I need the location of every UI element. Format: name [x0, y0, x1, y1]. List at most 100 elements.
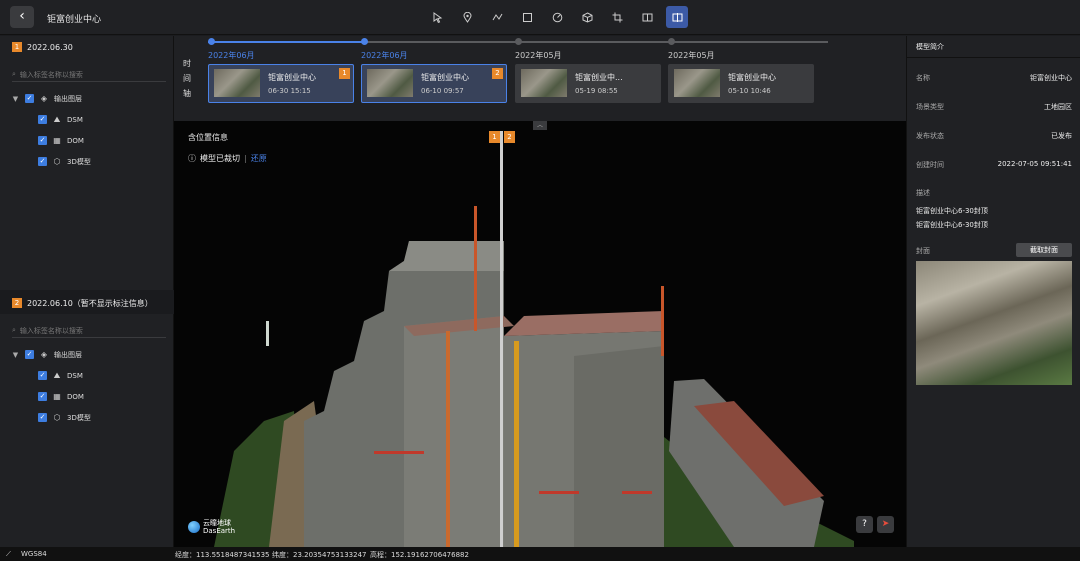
timeline-item[interactable]: 2022年05月 钜富创业中心 05-10 10:46	[668, 50, 814, 103]
timeline-dot[interactable]	[208, 38, 215, 45]
info-icon: ⓘ	[188, 154, 196, 163]
search-input[interactable]: ⌕ 输入标签名称以搜索	[12, 68, 166, 82]
cover-label: 封面	[916, 247, 930, 255]
collapse-timeline-button[interactable]: ︿	[533, 121, 547, 130]
search-icon: ⌕	[12, 70, 16, 78]
tree-item-dsm[interactable]: ✓ ⛰ DSM	[0, 109, 174, 130]
prop-row: 名称 钜富创业中心	[916, 73, 1072, 83]
question-icon: ?	[862, 519, 867, 529]
latitude: 纬度：23.20354753133247	[272, 551, 367, 559]
timeline-card[interactable]: 钜富创业中... 05-19 08:55	[515, 64, 661, 103]
tree-item-dom[interactable]: ✓ ▦ DOM	[0, 386, 174, 407]
terrain-icon: ⛰	[53, 370, 61, 380]
tree-root[interactable]: ▼ ✓ ◈ 输出图层	[0, 88, 174, 109]
cube-icon: ⬡	[53, 413, 61, 422]
tree-root-label: 输出图层	[54, 94, 82, 103]
checkbox[interactable]: ✓	[25, 350, 34, 359]
prop-value: 2022-07-05 09:51:41	[997, 160, 1072, 168]
timeline-dot[interactable]	[515, 38, 522, 45]
card-badge: 2	[492, 68, 503, 79]
section-title: 2022.06.30	[27, 42, 73, 52]
layers-icon: ◈	[40, 350, 48, 359]
timeline-track-active	[208, 41, 364, 43]
tree-item-3d-model[interactable]: ✓ ⬡ 3D模型	[0, 151, 174, 172]
search-icon: ⌕	[12, 326, 16, 334]
thumbnail	[674, 69, 720, 97]
restore-link[interactable]: 还原	[251, 153, 267, 164]
split-handle[interactable]	[500, 131, 503, 547]
card-badge: 1	[339, 68, 350, 79]
tree-item-dsm[interactable]: ✓ ⛰ DSM	[0, 365, 174, 386]
prop-value: 已发布	[1051, 132, 1072, 140]
card-time: 06-10 09:57	[421, 87, 464, 95]
timeline-dot[interactable]	[361, 38, 368, 45]
3d-viewport[interactable]: 含位置信息 ⓘ 模型已裁切 | 还原 1 2 云瞳地球 DasEarth ? ➤	[174, 121, 906, 547]
timeline-item[interactable]: 2022年06月 钜富创业中心 06-30 15:15 1	[208, 50, 354, 103]
3d-model-render[interactable]	[174, 121, 906, 547]
polyline-icon[interactable]	[486, 6, 508, 28]
tree-root-label: 输出图层	[54, 350, 82, 359]
timeline-dot[interactable]	[668, 38, 675, 45]
checkbox[interactable]: ✓	[38, 413, 47, 422]
timeline-item[interactable]: 2022年05月 钜富创业中... 05-19 08:55	[515, 50, 661, 103]
location-pin-icon[interactable]	[456, 6, 478, 28]
split-icon[interactable]	[636, 6, 658, 28]
chevron-down-icon[interactable]: ▼	[11, 95, 20, 103]
checkbox[interactable]: ✓	[38, 392, 47, 401]
timeline-card[interactable]: 钜富创业中心 06-10 09:57 2	[361, 64, 507, 103]
logo-cn: 云瞳地球	[203, 519, 231, 527]
compass-icon[interactable]	[546, 6, 568, 28]
checkbox[interactable]: ✓	[25, 94, 34, 103]
cover-image	[916, 261, 1072, 385]
brand-logo: 云瞳地球 DasEarth	[188, 519, 235, 535]
layers-icon: ◈	[40, 94, 48, 103]
crs-icon: ⟋	[6, 550, 11, 558]
prop-row: 发布状态 已发布	[916, 131, 1072, 141]
checkbox[interactable]: ✓	[38, 157, 47, 166]
checkbox[interactable]: ✓	[38, 371, 47, 380]
timeline-date: 2022年05月	[515, 51, 562, 60]
chevron-down-icon[interactable]: ▼	[11, 351, 20, 359]
search-input[interactable]: ⌕ 输入标签名称以搜索	[12, 324, 166, 338]
description-line: 钜富创业中心6-30封顶	[916, 207, 988, 215]
checkbox[interactable]: ✓	[38, 136, 47, 145]
help-button[interactable]: ?	[856, 516, 873, 533]
section-number-badge: 1	[12, 42, 22, 52]
tree-item-label: 3D模型	[67, 413, 91, 422]
project-title: 钜富创业中心	[47, 15, 102, 25]
checkbox[interactable]: ✓	[38, 115, 47, 124]
tree-item-label: DSM	[67, 115, 83, 124]
timeline-card[interactable]: 钜富创业中心 06-30 15:15 1	[208, 64, 354, 103]
logo-en: DasEarth	[203, 527, 236, 535]
tree-item-label: DSM	[67, 371, 83, 380]
cube-icon: ⬡	[53, 157, 61, 166]
tree-item-dom[interactable]: ✓ ▦ DOM	[0, 130, 174, 151]
crop-icon[interactable]	[606, 6, 628, 28]
grid-icon: ▦	[53, 392, 61, 401]
description-label: 描述	[916, 189, 930, 197]
cursor-icon[interactable]	[426, 6, 448, 28]
tree-item-3d-model[interactable]: ✓ ⬡ 3D模型	[0, 407, 174, 428]
card-title: 钜富创业中心	[421, 73, 469, 82]
altitude: 高程：152.19162706476882	[370, 551, 469, 559]
prop-row: 创建时间 2022-07-05 09:51:41	[916, 160, 1072, 170]
chevron-left-icon: ‹	[19, 8, 25, 24]
card-title: 钜富创业中心	[728, 73, 776, 82]
rectangle-select-icon[interactable]	[516, 6, 538, 28]
prop-key: 发布状态	[916, 132, 944, 140]
timeline-item[interactable]: 2022年06月 钜富创业中心 06-10 09:57 2	[361, 50, 507, 103]
tree-item-label: 3D模型	[67, 157, 91, 166]
chevron-up-icon: ︿	[536, 122, 543, 129]
back-button[interactable]: ‹	[10, 6, 34, 28]
capture-cover-button[interactable]: 截取封面	[1016, 243, 1072, 257]
split-compare-icon[interactable]	[666, 6, 688, 28]
timeline-card[interactable]: 钜富创业中心 05-10 10:46	[668, 64, 814, 103]
clip-notice: ⓘ 模型已裁切 | 还原	[188, 153, 267, 164]
cube-icon[interactable]	[576, 6, 598, 28]
panel-title: 模型简介	[907, 36, 1080, 58]
card-time: 05-10 10:46	[728, 87, 771, 95]
timeline-label: 时间轴	[183, 59, 191, 98]
tree-root[interactable]: ▼ ✓ ◈ 输出图层	[0, 344, 174, 365]
compass-button[interactable]: ➤	[877, 516, 894, 533]
prop-value: 钜富创业中心	[1030, 74, 1072, 82]
